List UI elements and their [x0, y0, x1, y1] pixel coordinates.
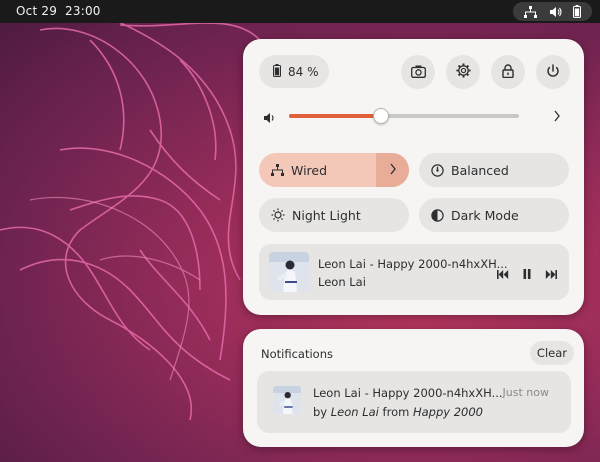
- network-wired-icon: [524, 5, 538, 18]
- wired-toggle-label: Wired: [291, 162, 328, 178]
- screenshot-icon: [410, 63, 426, 82]
- power-mode-label: Balanced: [451, 162, 509, 178]
- battery-status-button[interactable]: 84 %: [259, 55, 329, 88]
- quick-settings-panel: 84 % Wired Balanced Night Light Dark Mod…: [243, 39, 584, 315]
- notification-title: Leon Lai - Happy 2000-n4hxXH...: [313, 386, 503, 400]
- notification-timestamp: Just now: [502, 386, 549, 399]
- screenshot-button[interactable]: [401, 55, 435, 89]
- clear-notifications-button[interactable]: Clear: [529, 341, 574, 365]
- system-tray-button[interactable]: [513, 2, 592, 21]
- lock-icon: [502, 63, 514, 82]
- battery-percent-label: 84 %: [288, 64, 319, 79]
- dark-mode-icon: [431, 208, 444, 222]
- notifications-panel: Notifications Clear Leon Lai - Happy 200…: [243, 329, 584, 447]
- notification-album-art: [273, 386, 301, 414]
- dark-mode-label: Dark Mode: [451, 207, 519, 223]
- power-button[interactable]: [536, 55, 570, 89]
- dark-mode-toggle[interactable]: Dark Mode: [419, 198, 569, 232]
- notification-by-text: by: [313, 405, 328, 419]
- wired-menu-button[interactable]: [376, 153, 409, 187]
- media-player: Leon Lai - Happy 2000-n4hxXH... Leon Lai: [259, 244, 569, 300]
- night-light-toggle[interactable]: Night Light: [259, 198, 409, 232]
- volume-slider-row: [259, 105, 567, 127]
- clock-button[interactable]: Oct 29 23:00: [16, 4, 101, 18]
- wired-toggle[interactable]: Wired: [259, 153, 409, 187]
- notification-from-text: from: [382, 405, 410, 419]
- media-artist: Leon Lai: [318, 275, 366, 289]
- notification-artist: Leon Lai: [330, 405, 379, 419]
- battery-icon: [273, 63, 281, 80]
- previous-track-button[interactable]: [497, 264, 509, 283]
- pause-button[interactable]: [523, 264, 531, 283]
- audio-output-chevron-icon[interactable]: [553, 108, 561, 127]
- power-icon: [546, 63, 560, 82]
- battery-icon: [572, 5, 581, 18]
- notification-body: by Leon Lai from Happy 2000: [313, 405, 483, 419]
- album-art: [269, 252, 309, 292]
- volume-slider-fill: [289, 114, 381, 118]
- settings-icon: [455, 62, 471, 82]
- notification-item[interactable]: Leon Lai - Happy 2000-n4hxXH... Just now…: [257, 371, 571, 433]
- top-bar: Oct 29 23:00: [0, 0, 600, 23]
- network-wired-icon: [271, 164, 284, 176]
- date-label: Oct 29: [16, 4, 58, 18]
- speedometer-icon: [431, 163, 444, 177]
- chevron-right-icon: [389, 162, 397, 179]
- volume-icon: [549, 6, 562, 18]
- sun-icon: [271, 208, 285, 222]
- volume-slider[interactable]: [289, 114, 519, 118]
- power-mode-toggle[interactable]: Balanced: [419, 153, 569, 187]
- settings-button[interactable]: [446, 55, 480, 89]
- notifications-header: Notifications: [261, 347, 333, 361]
- next-track-button[interactable]: [545, 264, 557, 283]
- notification-album: Happy 2000: [412, 405, 483, 419]
- media-track-title: Leon Lai - Happy 2000-n4hxXH...: [318, 257, 508, 271]
- volume-slider-handle[interactable]: [373, 108, 389, 124]
- night-light-label: Night Light: [292, 207, 361, 223]
- time-label: 23:00: [65, 4, 101, 18]
- lock-button[interactable]: [491, 55, 525, 89]
- volume-icon[interactable]: [263, 109, 276, 128]
